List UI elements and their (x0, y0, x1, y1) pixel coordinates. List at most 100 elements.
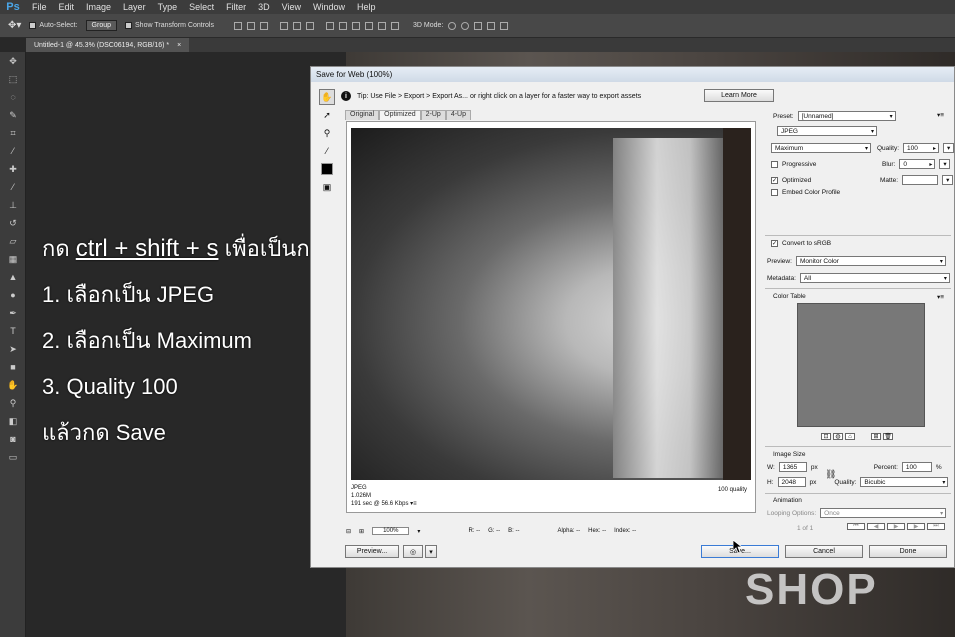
eyedropper-tool-icon[interactable]: ⁄ (0, 142, 26, 160)
web-shift-icon[interactable]: ◍ (833, 433, 843, 440)
zoom-level[interactable]: 100% (372, 527, 410, 535)
new-color-icon[interactable]: ⊞ (871, 433, 881, 440)
distribute-top-icon[interactable] (326, 21, 334, 30)
menu-view[interactable]: View (276, 2, 307, 12)
blur-slider-button[interactable]: ▾ (939, 159, 951, 169)
distribute-right-icon[interactable] (391, 21, 399, 30)
matte-dropdown[interactable] (902, 175, 939, 185)
menu-select[interactable]: Select (183, 2, 220, 12)
blur-tool-icon[interactable]: ▲ (0, 268, 26, 286)
eyedropper-tool-icon[interactable]: ⁄ (319, 143, 335, 159)
settings-menu-icon[interactable]: ▾≡ (937, 111, 944, 119)
3d-roll-icon[interactable] (461, 21, 470, 30)
distribute-bottom-icon[interactable] (352, 21, 360, 30)
preset-dropdown[interactable]: [Unnamed] ▾ (797, 111, 896, 121)
menu-filter[interactable]: Filter (220, 2, 252, 12)
hand-tool-icon[interactable]: ✋ (0, 376, 26, 394)
gradient-tool-icon[interactable]: ▦ (0, 250, 26, 268)
convert-srgb-checkbox[interactable]: ✓ (771, 240, 778, 247)
history-brush-tool-icon[interactable]: ↺ (0, 214, 26, 232)
color-table-menu-icon[interactable]: ▾≡ (937, 293, 944, 301)
learn-more-button[interactable]: Learn More (704, 89, 774, 102)
metadata-dropdown[interactable]: All ▾ (799, 273, 950, 283)
matte-dropdown-button[interactable]: ▾ (942, 175, 954, 185)
browser-dropdown-icon[interactable]: ▾ (425, 545, 437, 558)
menu-type[interactable]: Type (152, 2, 184, 12)
zoom-tool-icon[interactable]: ⚲ (319, 125, 335, 141)
type-tool-icon[interactable]: T (0, 322, 26, 340)
compression-dropdown[interactable]: Maximum ▾ (771, 143, 871, 153)
dodge-tool-icon[interactable]: ● (0, 286, 26, 304)
format-dropdown[interactable]: JPEG ▾ (777, 126, 877, 136)
clone-stamp-tool-icon[interactable]: ⊥ (0, 196, 26, 214)
move-tool-icon[interactable]: ✥ (0, 52, 26, 70)
looping-options-dropdown[interactable]: Once ▾ (820, 508, 947, 518)
progressive-checkbox[interactable] (771, 160, 778, 168)
path-select-tool-icon[interactable]: ➤ (0, 340, 26, 358)
next-frame-icon[interactable]: ▶ (907, 523, 925, 530)
color-table[interactable] (797, 303, 925, 427)
3d-slide-icon[interactable] (487, 21, 496, 30)
quick-select-tool-icon[interactable]: ✎ (0, 106, 26, 124)
quick-mask-icon[interactable]: ◙ (0, 430, 26, 448)
quality-slider-button[interactable]: ▾ (943, 143, 955, 153)
auto-select-checkbox[interactable] (29, 22, 37, 29)
show-transform-checkbox[interactable] (125, 22, 133, 29)
percent-input[interactable]: 100 (901, 462, 932, 472)
quality-input[interactable]: 100 ▸ (903, 143, 940, 153)
3d-rotate-icon[interactable] (448, 21, 457, 30)
move-tool-icon[interactable]: ✥▾ (8, 20, 21, 31)
align-middle-icon[interactable] (247, 21, 255, 30)
preview-color-dropdown[interactable]: Monitor Color ▾ (795, 256, 946, 266)
embed-color-profile-checkbox[interactable] (771, 189, 778, 196)
healing-brush-tool-icon[interactable]: ✚ (0, 160, 26, 178)
align-center-icon[interactable] (293, 21, 301, 30)
lock-color-icon[interactable]: ⌂ (845, 433, 855, 440)
preview-button[interactable]: Preview... (345, 545, 399, 558)
first-frame-icon[interactable]: ⏮ (847, 523, 865, 530)
align-left-icon[interactable] (280, 21, 288, 30)
delete-color-icon[interactable]: 🗑 (883, 433, 893, 440)
menu-file[interactable]: File (26, 2, 53, 12)
lasso-tool-icon[interactable]: ◌ (0, 88, 26, 106)
align-top-icon[interactable] (234, 21, 242, 30)
previous-frame-icon[interactable]: ◀ (867, 523, 885, 530)
pen-tool-icon[interactable]: ✒ (0, 304, 26, 322)
optimized-preview[interactable]: JPEG 1.026M 191 sec @ 56.6 Kbps ▾≡ 100 q… (346, 121, 756, 513)
auto-select-dropdown[interactable]: Group (85, 20, 118, 31)
align-right-icon[interactable] (306, 21, 314, 30)
brush-tool-icon[interactable]: ⁄ (0, 178, 26, 196)
tab-4-up[interactable]: 4-Up (445, 110, 472, 120)
menu-edit[interactable]: Edit (53, 2, 81, 12)
document-tab[interactable]: Untitled-1 @ 45.3% (DSC06194, RGB/16) * … (26, 38, 190, 52)
slice-select-tool-icon[interactable]: ➚ (319, 107, 335, 123)
toggle-slices-icon[interactable]: ▣ (319, 179, 335, 195)
hand-tool-icon[interactable]: ✋ (319, 89, 335, 105)
distribute-middle-icon[interactable] (339, 21, 347, 30)
eraser-tool-icon[interactable]: ▱ (0, 232, 26, 250)
cancel-button[interactable]: Cancel (785, 545, 863, 558)
color-swatches-icon[interactable]: ◧ (0, 412, 26, 430)
preview-speed-menu[interactable]: ▾≡ (410, 501, 417, 507)
distribute-left-icon[interactable] (365, 21, 373, 30)
align-bottom-icon[interactable] (260, 21, 268, 30)
zoom-dropdown-icon[interactable]: ▾ (417, 528, 420, 535)
width-input[interactable]: 1365 (778, 462, 807, 472)
zoom-tool-icon[interactable]: ⚲ (0, 394, 26, 412)
menu-help[interactable]: Help (351, 2, 382, 12)
close-tab-icon[interactable]: × (177, 42, 181, 49)
distribute-center-icon[interactable] (378, 21, 386, 30)
eyedropper-color-icon[interactable] (319, 161, 335, 177)
browser-preview-icon[interactable]: ◎ (403, 545, 423, 558)
blur-input[interactable]: 0 ▸ (899, 159, 936, 169)
3d-scale-icon[interactable] (500, 21, 509, 30)
last-frame-icon[interactable]: ⏭ (927, 523, 945, 530)
resample-quality-dropdown[interactable]: Bicubic ▾ (860, 477, 949, 487)
screen-mode-icon[interactable]: ▭ (0, 448, 26, 466)
done-button[interactable]: Done (869, 545, 947, 558)
menu-3d[interactable]: 3D (252, 2, 276, 12)
menu-layer[interactable]: Layer (117, 2, 152, 12)
rectangle-tool-icon[interactable]: ■ (0, 358, 26, 376)
3d-pan-icon[interactable] (474, 21, 483, 30)
zoom-in-icon[interactable]: ⊞ (359, 528, 364, 535)
